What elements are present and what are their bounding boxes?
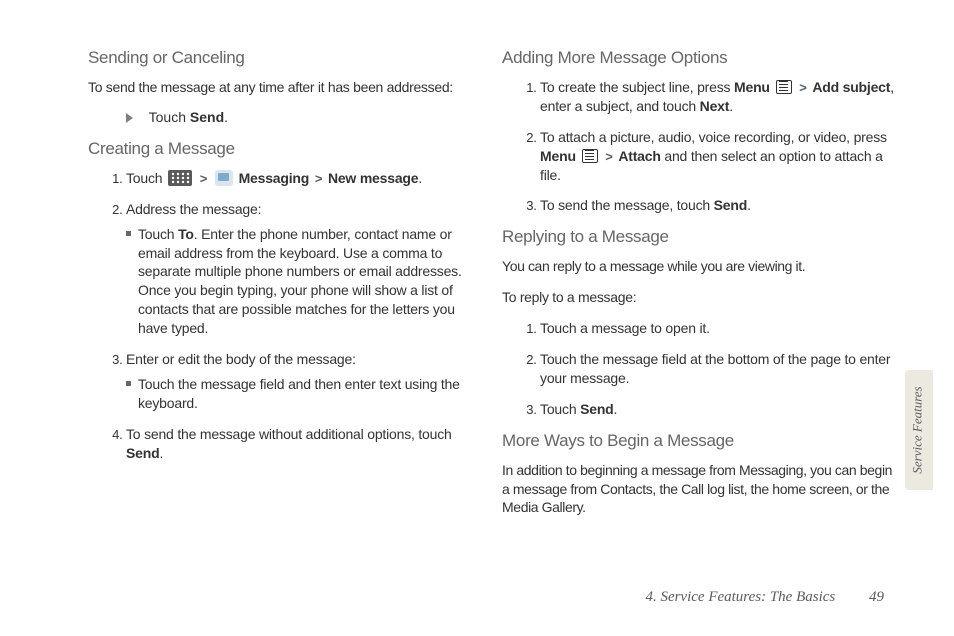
chevron-right-icon: > — [315, 170, 322, 188]
menu-icon — [582, 149, 598, 163]
text: . Enter the phone number, contact name o… — [138, 226, 462, 336]
list-item: To create the subject line, press Menu >… — [540, 78, 894, 116]
send-label: Send — [580, 401, 613, 417]
footer: 4. Service Features: The Basics 49 — [645, 589, 884, 606]
sending-intro: To send the message at any time after it… — [88, 78, 474, 97]
footer-title: 4. Service Features: The Basics — [645, 589, 835, 605]
text: Touch — [138, 226, 178, 242]
chevron-right-icon: > — [200, 170, 207, 188]
creating-list: Touch > Messaging > New message. Address… — [88, 169, 474, 463]
send-label: Send — [714, 197, 747, 213]
text: Enter or edit the body of the message: — [126, 351, 356, 367]
text: To send the message, touch — [540, 197, 714, 213]
side-tab-label: Service Features — [910, 386, 926, 473]
left-column: Sending or Canceling To send the message… — [88, 48, 474, 529]
sublist-item: Touch To. Enter the phone number, contac… — [126, 225, 474, 338]
send-label: Send — [126, 445, 159, 461]
add-subject-label: Add subject — [812, 79, 890, 95]
heading-creating: Creating a Message — [88, 139, 474, 159]
text: . — [159, 445, 163, 461]
heading-more-ways: More Ways to Begin a Message — [502, 431, 894, 451]
list-item: Enter or edit the body of the message: T… — [126, 350, 474, 413]
side-tab: Service Features — [904, 372, 932, 488]
bullet-send-row: Touch Send. — [88, 109, 474, 125]
heading-sending: Sending or Canceling — [88, 48, 474, 68]
sublist: Touch To. Enter the phone number, contac… — [126, 225, 474, 338]
arrow-icon — [126, 113, 133, 123]
list-item: To attach a picture, audio, voice record… — [540, 128, 894, 185]
text: . — [614, 401, 618, 417]
right-column: Adding More Message Options To create th… — [502, 48, 894, 529]
text: . — [729, 98, 733, 114]
text: Address the message: — [126, 201, 261, 217]
chevron-right-icon: > — [605, 148, 612, 166]
menu-label: Menu — [540, 148, 576, 164]
menu-label: Menu — [734, 79, 770, 95]
next-label: Next — [700, 98, 730, 114]
text: To send the message without additional o… — [126, 426, 452, 442]
menu-icon — [776, 80, 792, 94]
list-item: Touch > Messaging > New message. — [126, 169, 474, 188]
sublist-item: Touch the message field and then enter t… — [126, 375, 474, 413]
list-item: Address the message: Touch To. Enter the… — [126, 200, 474, 338]
list-item: Touch Send. — [540, 400, 894, 419]
list-item: Touch a message to open it. — [540, 319, 894, 338]
text: Touch — [126, 170, 166, 186]
adding-list: To create the subject line, press Menu >… — [502, 78, 894, 215]
page: Sending or Canceling To send the message… — [0, 0, 954, 636]
heading-adding: Adding More Message Options — [502, 48, 894, 68]
reply-intro: You can reply to a message while you are… — [502, 257, 894, 276]
text: . — [418, 170, 422, 186]
page-number: 49 — [869, 589, 884, 605]
text: Touch — [540, 401, 580, 417]
send-label: Send — [190, 109, 224, 125]
apps-grid-icon — [168, 170, 192, 186]
text: Touch — [149, 109, 190, 125]
list-item: To send the message, touch Send. — [540, 196, 894, 215]
text: . — [224, 109, 228, 125]
sublist: Touch the message field and then enter t… — [126, 375, 474, 413]
text: . — [747, 197, 751, 213]
messaging-icon — [215, 170, 233, 186]
content-columns: Sending or Canceling To send the message… — [0, 0, 954, 529]
more-ways-paragraph: In addition to beginning a message from … — [502, 461, 894, 518]
attach-label: Attach — [618, 148, 660, 164]
chevron-right-icon: > — [799, 79, 806, 97]
new-message-label: New message — [328, 170, 418, 186]
bullet-text: Touch Send. — [149, 109, 228, 125]
list-item: To send the message without additional o… — [126, 425, 474, 463]
list-item: Touch the message field at the bottom of… — [540, 350, 894, 388]
heading-replying: Replying to a Message — [502, 227, 894, 247]
text: To attach a picture, audio, voice record… — [540, 129, 887, 145]
to-label: To — [178, 226, 194, 242]
reply-list: Touch a message to open it. Touch the me… — [502, 319, 894, 419]
messaging-label: Messaging — [235, 170, 309, 186]
reply-to: To reply to a message: — [502, 288, 894, 307]
text: To create the subject line, press — [540, 79, 734, 95]
